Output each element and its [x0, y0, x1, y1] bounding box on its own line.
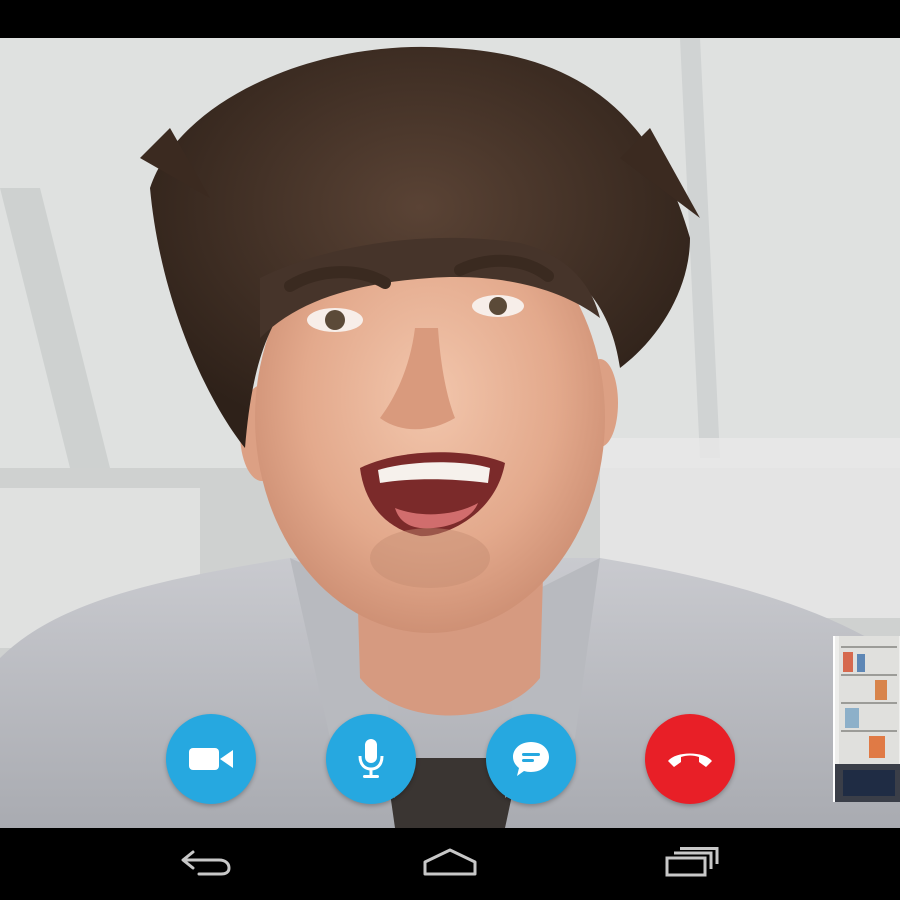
recent-apps-icon: [664, 846, 720, 882]
hang-up-icon: [666, 748, 714, 770]
end-call-button[interactable]: [645, 714, 735, 804]
video-call-screen: [0, 0, 900, 900]
microphone-icon: [357, 739, 385, 779]
back-button[interactable]: [166, 838, 246, 890]
microphone-button[interactable]: [326, 714, 416, 804]
system-navigation-bar: [0, 828, 900, 900]
video-camera-icon: [189, 746, 233, 772]
recent-apps-button[interactable]: [652, 838, 732, 890]
home-button[interactable]: [410, 838, 490, 890]
remote-video-feed[interactable]: [0, 38, 900, 828]
chat-bubble-icon: [511, 740, 551, 778]
chat-button[interactable]: [486, 714, 576, 804]
call-controls-bar: [0, 714, 900, 804]
video-toggle-button[interactable]: [166, 714, 256, 804]
remote-video-image: [0, 38, 900, 828]
home-icon: [421, 848, 479, 881]
status-bar: [0, 0, 900, 38]
back-arrow-icon: [179, 848, 233, 881]
